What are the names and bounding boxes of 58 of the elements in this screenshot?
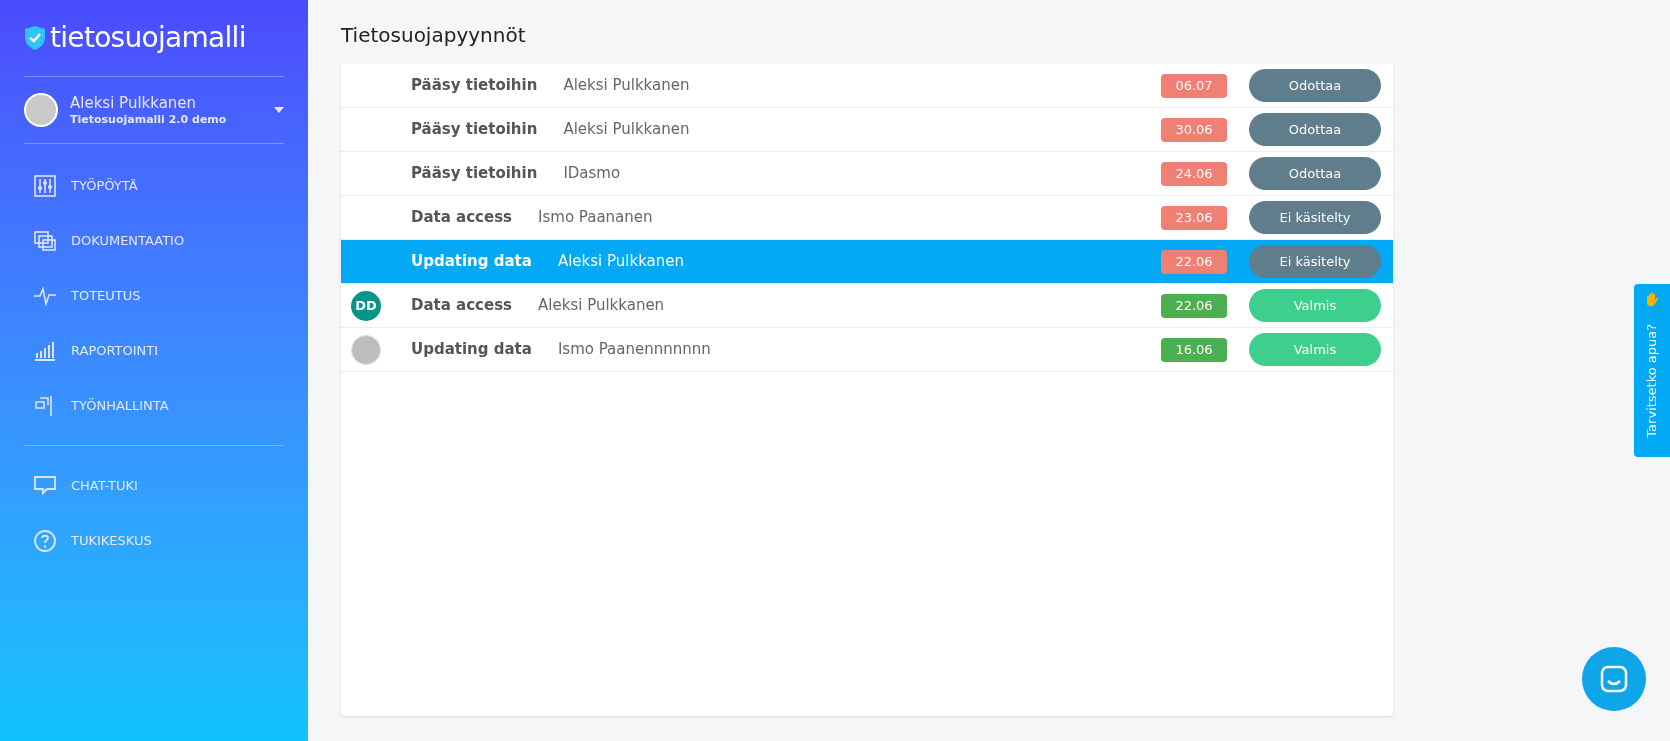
request-row[interactable]: Pääsy tietoihin IDasmo 24.06 Odottaa bbox=[341, 152, 1393, 196]
help-tab[interactable]: Tarvitsetko apua? bbox=[1634, 284, 1670, 457]
initials-avatar: DD bbox=[351, 290, 381, 321]
status-button[interactable]: Odottaa bbox=[1249, 157, 1381, 190]
nav-item[interactable]: TYÖPÖYTÄ bbox=[24, 158, 284, 213]
request-type: Data access bbox=[411, 295, 513, 317]
nav-item[interactable]: TOTEUTUS bbox=[24, 268, 284, 323]
status-button[interactable]: Odottaa bbox=[1249, 113, 1381, 146]
request-type: Pääsy tietoihin bbox=[411, 75, 538, 97]
nav-item[interactable]: TUKIKESKUS bbox=[24, 513, 284, 568]
request-type: Pääsy tietoihin bbox=[411, 119, 538, 141]
nav-item[interactable]: DOKUMENTAATIO bbox=[24, 213, 284, 268]
sliders-icon bbox=[33, 173, 57, 198]
avatar-photo bbox=[351, 334, 381, 365]
nav-item[interactable]: CHAT-TUKI bbox=[24, 458, 284, 513]
requester-name: Aleksi Pulkkanen bbox=[557, 251, 685, 273]
date-badge: 22.06 bbox=[1161, 293, 1227, 318]
request-type: Updating data bbox=[411, 339, 532, 361]
request-row[interactable]: Updating data Aleksi Pulkkanen 22.06 Ei käsitelty bbox=[341, 240, 1393, 284]
requester-name: Aleksi Pulkkanen bbox=[563, 75, 691, 97]
request-type: Updating data bbox=[411, 251, 532, 273]
help-tab-label: Tarvitsetko apua? bbox=[1643, 324, 1661, 438]
requester-name: Ismo Paanennnnnnn bbox=[557, 339, 712, 361]
request-row[interactable]: Pääsy tietoihin Aleksi Pulkkanen 06.07 Odottaa bbox=[341, 64, 1393, 108]
chat-icon bbox=[1600, 665, 1628, 693]
nav-item[interactable]: RAPORTOINTI bbox=[24, 323, 284, 378]
request-type: Pääsy tietoihin bbox=[411, 163, 538, 185]
logo-text: tietosuojamalli bbox=[50, 24, 246, 52]
page-title: Tietosuojapyynnöt bbox=[341, 22, 527, 49]
requester-name: Ismo Paananen bbox=[538, 207, 654, 229]
status-button[interactable]: Ei käsitelty bbox=[1249, 245, 1381, 278]
date-badge: 16.06 bbox=[1161, 337, 1227, 362]
requester-name: Aleksi Pulkkanen bbox=[538, 295, 666, 317]
hand-icon bbox=[1644, 292, 1660, 308]
date-badge: 30.06 bbox=[1161, 117, 1227, 142]
date-badge: 23.06 bbox=[1161, 205, 1227, 230]
avatar-photo bbox=[24, 93, 58, 127]
request-type: Data access bbox=[411, 207, 513, 229]
status-button[interactable]: Odottaa bbox=[1249, 69, 1381, 102]
date-badge: 24.06 bbox=[1161, 161, 1227, 186]
status-button[interactable]: Ei käsitelty bbox=[1249, 201, 1381, 234]
user-subtitle: Tietosuojamalli 2.0 demo bbox=[70, 112, 228, 127]
chat-icon bbox=[33, 473, 57, 498]
help-icon bbox=[33, 528, 57, 553]
nav-item[interactable]: TYÖNHALLINTA bbox=[24, 378, 284, 433]
request-row[interactable]: Data access Ismo Paananen 23.06 Ei käsitelty bbox=[341, 196, 1393, 240]
request-row[interactable]: DD Data access Aleksi Pulkkanen 22.06 Valmis bbox=[341, 284, 1393, 328]
requester-name: Aleksi Pulkkanen bbox=[563, 119, 691, 141]
request-row[interactable]: Pääsy tietoihin Aleksi Pulkkanen 30.06 Odottaa bbox=[341, 108, 1393, 152]
request-row[interactable]: Updating data Ismo Paanennnnnnn 16.06 Valmis bbox=[341, 328, 1393, 372]
date-badge: 06.07 bbox=[1161, 73, 1227, 98]
shield-logo-icon bbox=[24, 25, 46, 51]
stacked-pages-icon bbox=[33, 228, 57, 253]
requester-name: IDasmo bbox=[563, 163, 622, 185]
caret-icon bbox=[274, 107, 284, 113]
user-menu[interactable]: Aleksi Pulkkanen Tietosuojamalli 2.0 demo bbox=[24, 77, 284, 143]
date-badge: 22.06 bbox=[1161, 249, 1227, 274]
user-name: Aleksi Pulkkanen bbox=[70, 93, 198, 113]
